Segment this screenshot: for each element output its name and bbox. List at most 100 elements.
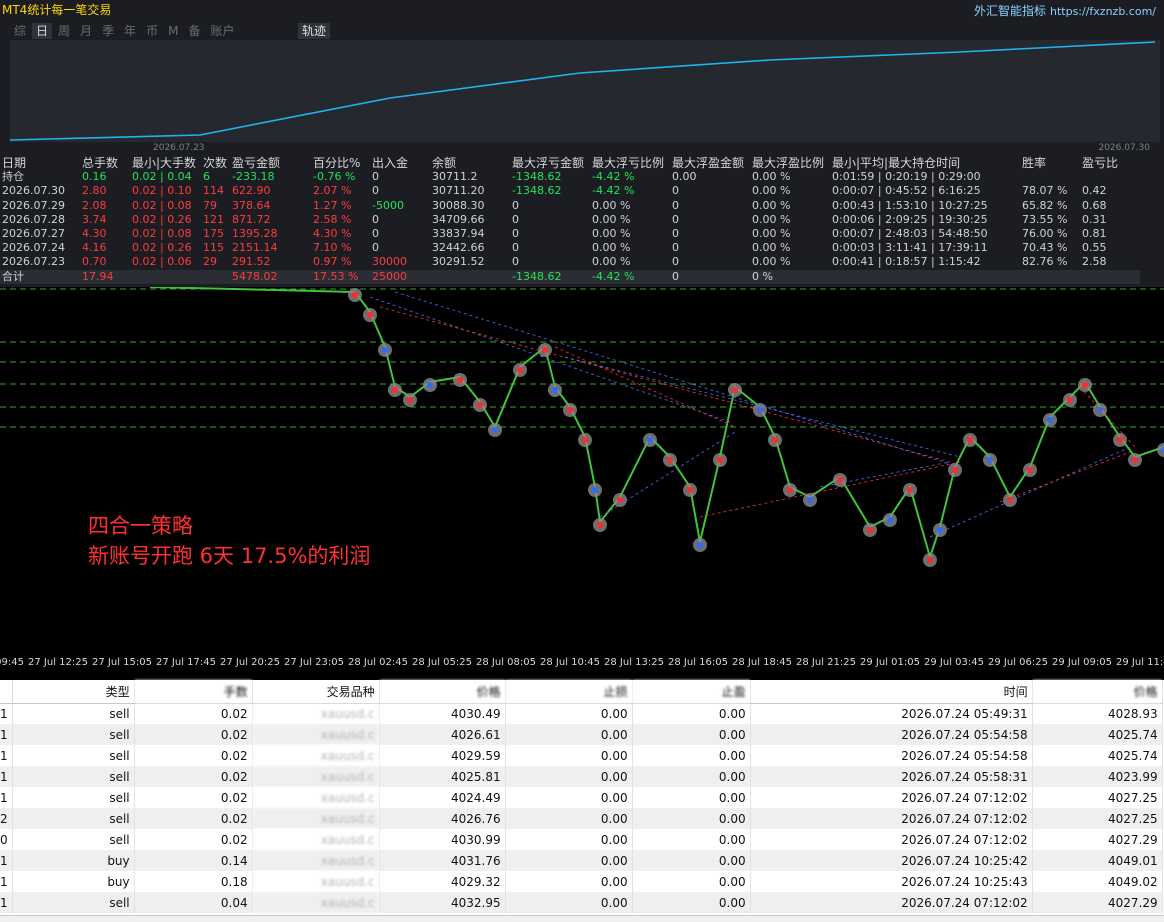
- stats-cell: 0.00 %: [752, 255, 791, 269]
- trades-header-0[interactable]: [0, 680, 13, 704]
- stats-cell: 34709.66: [432, 212, 485, 226]
- trade-cell: 4029.59: [379, 745, 506, 766]
- trade-marker-dot: [1067, 397, 1073, 403]
- trades-header-8[interactable]: 价格: [1032, 680, 1163, 704]
- trade-cell: 1: [0, 850, 13, 871]
- tab-1[interactable]: 日: [32, 23, 53, 39]
- stats-cell: 0.70: [82, 255, 107, 269]
- stats-cell: 0.00 %: [752, 212, 791, 226]
- trade-cell: 2: [0, 808, 13, 829]
- time-axis: 27 Jul 09:45 27 Jul 12:25 27 Jul 15:05 27 J…: [0, 655, 1164, 675]
- tab-7[interactable]: M: [164, 23, 182, 39]
- trade-cell: 4026.61: [379, 724, 506, 745]
- trade-row[interactable]: 1 sell 0.02 xauusd.c 4026.61 0.00 0.00 2026.07.…: [0, 724, 1163, 745]
- stats-cell: 175: [203, 227, 224, 241]
- trade-cell: xauusd.c: [252, 892, 380, 913]
- stats-cell: 0.00 %: [592, 198, 631, 212]
- trade-cell: sell: [12, 829, 135, 850]
- trade-row[interactable]: 2 sell 0.02 xauusd.c 4026.76 0.00 0.00 2026.07.…: [0, 808, 1163, 829]
- trades-header-5[interactable]: 止损: [505, 680, 633, 704]
- brand-url[interactable]: https://fxznzb.com/: [1050, 5, 1156, 18]
- trade-row[interactable]: 1 sell 0.02 xauusd.c 4029.59 0.00 0.00 2026.07.…: [0, 745, 1163, 766]
- trade-cell: 0.00: [632, 745, 751, 766]
- stats-cell: 70.43 %: [1022, 241, 1068, 255]
- trade-cell: 0.00: [632, 808, 751, 829]
- track-button[interactable]: 轨迹: [298, 23, 331, 39]
- trade-marker-dot: [592, 487, 598, 493]
- stats-cell: 0: [512, 227, 519, 241]
- trades-header-4[interactable]: 价格: [379, 680, 506, 704]
- trade-row[interactable]: 1 buy 0.14 xauusd.c 4031.76 0.00 0.00 2026.07.2…: [0, 850, 1163, 871]
- stats-cell: 73.55 %: [1022, 212, 1068, 226]
- trades-header-3[interactable]: 交易品种: [252, 680, 380, 704]
- stats-cell: 0:00:07 | 0:45:52 | 6:16:25: [832, 184, 981, 198]
- trade-cell: 2026.07.24 07:12:02: [750, 808, 1033, 829]
- trade-marker-dot: [542, 347, 548, 353]
- stats-cell: 0.00 %: [752, 170, 791, 184]
- trade-cell: xauusd.c: [252, 829, 380, 850]
- stats-cell: 0.00 %: [752, 227, 791, 241]
- trade-marker-dot: [367, 312, 373, 318]
- trades-header-7[interactable]: 时间: [750, 680, 1033, 704]
- stats-cell: 0: [672, 241, 679, 255]
- stats-header-6: 出入金: [372, 156, 409, 171]
- stats-cell: 2151.14: [232, 241, 278, 255]
- tab-0[interactable]: 综: [10, 23, 30, 39]
- trade-cell: 4027.29: [1032, 892, 1163, 913]
- trade-cell: 1: [0, 745, 13, 766]
- trades-header-1[interactable]: 类型: [12, 680, 135, 704]
- trade-row[interactable]: 1 sell 0.02 xauusd.c 4025.81 0.00 0.00 2026.07.…: [0, 766, 1163, 787]
- stats-cell: 0.00 %: [592, 227, 631, 241]
- trade-marker-dot: [907, 487, 913, 493]
- trade-row[interactable]: 0 sell 0.02 xauusd.c 4030.99 0.00 0.00 2026.07.…: [0, 829, 1163, 850]
- tab-4[interactable]: 季: [98, 23, 118, 39]
- stats-cell: 7.10 %: [313, 241, 352, 255]
- trade-cell: buy: [12, 850, 135, 871]
- stats-cell: [1020, 170, 1080, 184]
- stats-cell: 0.02 | 0.26: [132, 241, 192, 255]
- trade-cell: 2026.07.24 10:25:43: [750, 871, 1033, 892]
- stats-cell: 0.81: [1082, 227, 1107, 241]
- tab-2[interactable]: 周: [54, 23, 74, 39]
- stats-cell: -4.42 %: [592, 170, 635, 184]
- tab-5[interactable]: 年: [120, 23, 140, 39]
- trade-row[interactable]: 1 sell 0.04 xauusd.c 4032.95 0.00 0.00 2026.07.…: [0, 892, 1163, 913]
- stats-cell: 0: [672, 255, 679, 269]
- trade-marker-dot: [887, 517, 893, 523]
- trades-header-2[interactable]: 手数: [134, 680, 253, 704]
- trade-row[interactable]: 1 sell 0.02 xauusd.c 4024.49 0.00 0.00 2026.07.…: [0, 787, 1163, 808]
- brand-label[interactable]: 外汇智能指标 https://fxznzb.com/: [974, 2, 1156, 19]
- trade-row[interactable]: 1 buy 0.18 xauusd.c 4029.32 0.00 0.00 2026.07.2…: [0, 871, 1163, 892]
- stats-table: 日期 总手数 最小|大手数 次数 盈亏金额 百分比% 出入金 余额 最大浮亏金额 最大浮亏比例 最大…: [0, 156, 1140, 284]
- trade-cell: 0.00: [632, 829, 751, 850]
- trade-cell: 1: [0, 892, 13, 913]
- trade-cell: 0.00: [632, 871, 751, 892]
- stats-cell: -233.18: [232, 170, 275, 184]
- stats-cell: 622.90: [232, 184, 271, 198]
- trade-row[interactable]: 1 sell 0.02 xauusd.c 4030.49 0.00 0.00 2026.07.…: [0, 703, 1163, 724]
- tab-3[interactable]: 月: [76, 23, 96, 39]
- trades-header-6[interactable]: 止盈: [632, 680, 751, 704]
- tab-6[interactable]: 币: [142, 23, 162, 39]
- stats-cell: 0.00 %: [752, 198, 791, 212]
- panel-title: MT4统计每一笔交易: [2, 3, 112, 17]
- trade-cell: 4028.93: [1032, 703, 1163, 724]
- time-label: 28 Jul 10:45: [540, 657, 600, 668]
- stats-header-14: 盈亏比: [1082, 156, 1119, 171]
- tab-9[interactable]: 账户: [206, 23, 238, 39]
- trade-marker-dot: [1047, 417, 1053, 423]
- stats-row: 2026.07.30 2.80 0.02 | 0.10 114 622.90 2.07 %…: [0, 184, 1140, 198]
- price-chart[interactable]: 四合一策略 新账号开跑 6天 17.5%的利润: [0, 287, 1164, 655]
- trades-table: 类型 手数 交易品种 价格 止损 止盈 时间 价格 1 sell 0.02 xauusd.c 4030.…: [0, 680, 1163, 913]
- stats-cell: [1080, 269, 1140, 284]
- trade-cell: 2026.07.24 05:54:58: [750, 745, 1033, 766]
- trade-cell: 0.00: [632, 703, 751, 724]
- stats-cell: -1348.62: [510, 269, 590, 284]
- tab-8[interactable]: 备: [184, 23, 204, 39]
- stats-header-13: 胜率: [1022, 156, 1047, 171]
- trade-marker-dot: [457, 377, 463, 383]
- trade-cell: xauusd.c: [252, 766, 380, 787]
- stats-cell: 0.00 %: [592, 241, 631, 255]
- stats-cell: 30088.30: [432, 198, 485, 212]
- trade-cell: xauusd.c: [252, 850, 380, 871]
